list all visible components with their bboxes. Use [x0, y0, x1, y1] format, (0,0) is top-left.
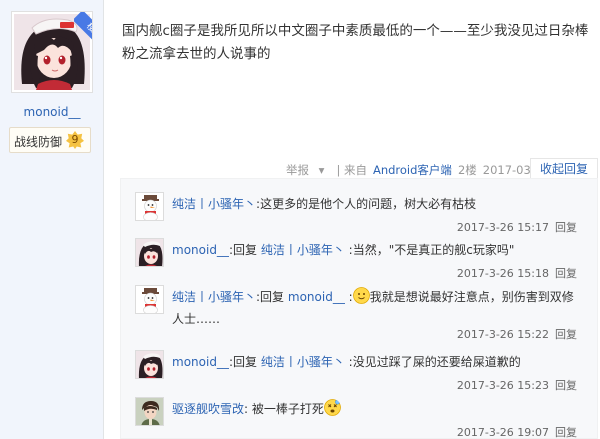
- reply-button[interactable]: 回复: [555, 267, 577, 280]
- thread-starter-badge: 楼主: [74, 12, 92, 44]
- reply-username[interactable]: monoid__: [172, 355, 229, 369]
- reply-avatar[interactable]: [135, 238, 164, 267]
- smile-emoji-icon: [352, 287, 370, 304]
- list-item: 驱逐舰吹雪改: 被一棒子打死 2017-3-26 19:07 回复: [135, 393, 585, 439]
- author-avatar[interactable]: 楼主: [11, 11, 93, 93]
- reply-username[interactable]: 纯洁丨小骚年丶: [172, 197, 256, 211]
- list-item: monoid__:回复 纯洁丨小骚年丶 :没见过踩了屎的还要给屎道歉的 2017…: [135, 346, 585, 398]
- reply-username[interactable]: 纯洁丨小骚年丶: [172, 290, 256, 304]
- reply-target-username[interactable]: 纯洁丨小骚年丶: [261, 355, 345, 369]
- anime-girl-avatar-icon: [136, 239, 163, 266]
- reply-time: 2017-3-26 15:18: [456, 267, 549, 280]
- reply-username[interactable]: monoid__: [172, 243, 229, 257]
- rank-level-icon: 9: [66, 131, 84, 149]
- post-body: 国内舰c圈子是我所见所以中文圈子中素质最低的一个——至少我没见过日杂棒粉之流拿去…: [122, 23, 589, 62]
- reply-text: monoid__:回复 纯洁丨小骚年丶 :当然，"不是真正的舰c玩家吗": [172, 243, 515, 257]
- snowman-avatar-icon: [136, 286, 163, 313]
- reply-button[interactable]: 回复: [555, 328, 577, 341]
- list-item: 纯洁丨小骚年丶:回复 monoid__ : 我就是想说最好注意点，别伤害到双修人士…: [135, 281, 585, 347]
- reply-button[interactable]: 回复: [555, 426, 577, 439]
- snowman-avatar-icon: [136, 193, 163, 220]
- reply-meta: 2017-3-26 19:07 回复: [457, 424, 577, 439]
- android-client-link[interactable]: Android客户端: [373, 163, 452, 177]
- report-link[interactable]: 举报 ▾: [286, 163, 330, 177]
- list-item: monoid__:回复 纯洁丨小骚年丶 :当然，"不是真正的舰c玩家吗" 201…: [135, 234, 585, 286]
- reply-avatar[interactable]: [135, 397, 164, 426]
- rank-title: 战线防御: [14, 135, 63, 149]
- author-name-link[interactable]: monoid__: [0, 105, 104, 119]
- reply-avatar[interactable]: [135, 192, 164, 221]
- reply-button[interactable]: 回复: [555, 221, 577, 234]
- reply-time: 2017-3-26 15:17: [456, 221, 549, 234]
- reply-button[interactable]: 回复: [555, 379, 577, 392]
- author-sidebar: 楼主 monoid__ 战线防御 9: [0, 0, 104, 439]
- sub-reply-list: 纯洁丨小骚年丶:这更多的是他个人的问题，树大必有枯枝 2017-3-26 15:…: [120, 178, 598, 439]
- reply-avatar[interactable]: [135, 350, 164, 379]
- rank-badge[interactable]: 战线防御 9: [9, 127, 91, 153]
- reply-time: 2017-3-26 15:22: [456, 328, 549, 341]
- dizzy-emoji-icon: [324, 399, 341, 416]
- client-source: | 来自 Android客户端: [336, 163, 452, 177]
- reply-time: 2017-3-26 15:23: [456, 379, 549, 392]
- post-tail: 举报 ▾| 来自Android客户端2楼2017-03-26 15:16 收起回…: [120, 158, 600, 178]
- reply-text: 纯洁丨小骚年丶:回复 monoid__ : 我就是想说最好注意点，别伤害到双修人士…: [172, 286, 582, 330]
- reply-meta: 2017-3-26 15:17 回复: [457, 219, 577, 235]
- reply-text: 纯洁丨小骚年丶:这更多的是他个人的问题，树大必有枯枝: [172, 197, 477, 211]
- soldier-avatar-icon: [136, 398, 163, 425]
- reply-username[interactable]: 驱逐舰吹雪改: [172, 402, 244, 416]
- collapse-replies-button[interactable]: 收起回复: [530, 158, 598, 178]
- anime-girl-avatar-icon: [136, 351, 163, 378]
- reply-target-username[interactable]: 纯洁丨小骚年丶: [261, 243, 345, 257]
- reply-text: monoid__:回复 纯洁丨小骚年丶 :没见过踩了屎的还要给屎道歉的: [172, 355, 521, 369]
- reply-time: 2017-3-26 19:07: [456, 426, 549, 439]
- reply-meta: 2017-3-26 15:18 回复: [457, 265, 577, 281]
- reply-avatar[interactable]: [135, 285, 164, 314]
- reply-target-username[interactable]: monoid__: [288, 290, 345, 304]
- chevron-down-icon: ▾: [318, 163, 325, 177]
- reply-meta: 2017-3-26 15:23 回复: [457, 377, 577, 393]
- floor-number: 2楼: [457, 163, 477, 177]
- reply-text: 驱逐舰吹雪改: 被一棒子打死: [172, 398, 582, 420]
- reply-meta: 2017-3-26 15:22 回复: [457, 326, 577, 342]
- list-item: 纯洁丨小骚年丶:这更多的是他个人的问题，树大必有枯枝 2017-3-26 15:…: [135, 188, 585, 240]
